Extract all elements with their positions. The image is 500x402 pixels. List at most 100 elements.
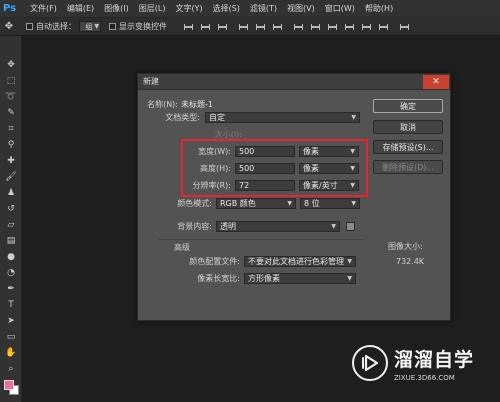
menu-type[interactable]: 文字(Y) xyxy=(170,3,207,14)
menu-edit[interactable]: 编辑(E) xyxy=(62,3,99,14)
dodge-tool-icon[interactable]: ◔ xyxy=(3,266,19,280)
chevron-down-icon: ▼ xyxy=(350,147,355,155)
distribute-left-icon[interactable] xyxy=(343,22,356,32)
auto-select-checkbox[interactable] xyxy=(26,23,33,30)
show-transform-checkbox[interactable] xyxy=(109,23,116,30)
healing-brush-tool-icon[interactable]: ✚ xyxy=(3,154,19,168)
menu-help[interactable]: 帮助(H) xyxy=(360,3,398,14)
eyedropper-tool-icon[interactable]: ⚲ xyxy=(3,138,19,152)
align-bottom-icon[interactable] xyxy=(216,22,229,32)
width-label: 宽度(W): xyxy=(198,146,231,156)
watermark-subtitle: ZIXUE.3D66.COM xyxy=(394,373,455,382)
height-unit-value: 像素 xyxy=(303,163,319,173)
move-tool-icon[interactable]: ✥ xyxy=(3,58,19,72)
divider xyxy=(158,239,363,240)
menu-view[interactable]: 视图(V) xyxy=(282,3,320,14)
ok-button[interactable]: 确定 xyxy=(373,99,443,113)
image-size-value-row: 732.4K xyxy=(396,255,424,267)
save-preset-button[interactable]: 存储预设(S)... xyxy=(373,140,443,154)
type-tool-icon[interactable]: T xyxy=(3,298,19,312)
align-top-icon[interactable] xyxy=(182,22,195,32)
color-mode-row: 颜色模式: RGB 颜色 ▼ 8 位 ▼ xyxy=(144,197,360,209)
height-label: 高度(H): xyxy=(200,163,231,173)
resolution-row: 分辨率(R): 72 像素/英寸 ▼ xyxy=(144,179,359,191)
color-profile-row: 颜色配置文件: 不要对此文档进行色彩管理 ▼ xyxy=(144,255,356,267)
clone-stamp-tool-icon[interactable]: ♟ xyxy=(3,186,19,200)
height-unit-select[interactable]: 像素 ▼ xyxy=(299,162,359,174)
menu-filter[interactable]: 滤镜(T) xyxy=(245,3,282,14)
delete-preset-button: 删除预设(D)... xyxy=(373,160,443,174)
bg-color-swatch[interactable] xyxy=(346,221,355,231)
chevron-down-icon: ▼ xyxy=(331,222,336,230)
watermark: 溜溜自学 ZIXUE.3D66.COM xyxy=(352,333,496,393)
auto-select-target-select[interactable]: 组 ▼ xyxy=(79,21,101,32)
menu-select[interactable]: 选择(S) xyxy=(208,3,245,14)
name-label: 名称(N): xyxy=(147,99,178,109)
doc-type-select[interactable]: 自定 ▼ xyxy=(205,111,360,123)
move-tool-icon[interactable]: ✥ xyxy=(0,21,18,32)
distribute-hcenter-icon[interactable] xyxy=(360,22,373,32)
show-transform-label: 显示变换控件 xyxy=(119,22,167,31)
zoom-tool-icon[interactable]: ⌕ xyxy=(3,362,19,376)
cancel-button[interactable]: 取消 xyxy=(373,120,443,134)
gradient-tool-icon[interactable]: ▤ xyxy=(3,234,19,248)
path-select-tool-icon[interactable]: ➤ xyxy=(3,314,19,328)
align-right-icon[interactable] xyxy=(271,22,284,32)
menu-image[interactable]: 图像(I) xyxy=(99,3,134,14)
brush-tool-icon[interactable]: 🖌 xyxy=(3,170,19,184)
bit-depth-value: 8 位 xyxy=(304,198,320,208)
pen-tool-icon[interactable]: ✒ xyxy=(3,282,19,296)
menu-bar: Ps 文件(F) 编辑(E) 图像(I) 图层(L) 文字(Y) 选择(S) 滤… xyxy=(0,0,500,18)
doc-type-value: 自定 xyxy=(209,112,225,122)
image-size-label: 图像大小: xyxy=(388,241,423,251)
distribute-right-icon[interactable] xyxy=(377,22,390,32)
image-size-value: 732.4K xyxy=(396,256,425,266)
dialog-titlebar: 新建 ✕ xyxy=(138,74,450,90)
chevron-down-icon: ▼ xyxy=(351,199,356,207)
advanced-label[interactable]: 高级 xyxy=(174,242,190,253)
name-field[interactable]: 未标题-1 xyxy=(178,99,234,110)
chevron-down-icon: ▼ xyxy=(347,257,352,265)
shape-tool-icon[interactable]: ▭ xyxy=(3,330,19,344)
color-mode-select[interactable]: RGB 颜色 ▼ xyxy=(216,197,296,209)
pixel-aspect-select[interactable]: 方形像素 ▼ xyxy=(244,272,356,284)
chevron-down-icon: ▼ xyxy=(347,274,352,282)
foreground-color-swatch[interactable] xyxy=(4,380,14,390)
menu-window[interactable]: 窗口(W) xyxy=(320,3,360,14)
dialog-title: 新建 xyxy=(143,77,159,86)
auto-select-target-value: 组 xyxy=(85,22,93,31)
width-unit-select[interactable]: 像素 ▼ xyxy=(299,145,359,157)
distribute-bottom-icon[interactable] xyxy=(326,22,339,32)
menu-file[interactable]: 文件(F) xyxy=(25,3,62,14)
menu-layer[interactable]: 图层(L) xyxy=(134,3,171,14)
watermark-title: 溜溜自学 xyxy=(394,348,475,371)
distribute-vcenter-icon[interactable] xyxy=(309,22,322,32)
image-size-label-row: 图像大小: xyxy=(388,240,423,252)
width-input[interactable]: 500 xyxy=(235,145,295,157)
distribute-top-icon[interactable] xyxy=(292,22,305,32)
bg-contents-select[interactable]: 透明 ▼ xyxy=(216,220,340,232)
color-profile-select[interactable]: 不要对此文档进行色彩管理 ▼ xyxy=(244,255,356,267)
history-brush-tool-icon[interactable]: ↺ xyxy=(3,202,19,216)
pixel-aspect-value: 方形像素 xyxy=(248,273,280,283)
align-vcenter-icon[interactable] xyxy=(199,22,212,32)
align-left-icon[interactable] xyxy=(237,22,250,32)
color-profile-value: 不要对此文档进行色彩管理 xyxy=(248,256,344,266)
quick-select-tool-icon[interactable]: ✎ xyxy=(3,106,19,120)
new-document-dialog: 新建 ✕ 名称(N): 未标题-1 文档类型: 自定 ▼ 大小(I): 宽度(W… xyxy=(137,73,451,321)
lasso-tool-icon[interactable]: ➰ xyxy=(3,90,19,104)
marquee-tool-icon[interactable]: ⬚ xyxy=(3,74,19,88)
resolution-unit-select[interactable]: 像素/英寸 ▼ xyxy=(299,179,359,191)
align-hcenter-icon[interactable] xyxy=(254,22,267,32)
color-mode-value: RGB 颜色 xyxy=(220,198,256,208)
auto-align-icon[interactable] xyxy=(398,22,411,32)
bit-depth-select[interactable]: 8 位 ▼ xyxy=(300,197,360,209)
blur-tool-icon[interactable]: ● xyxy=(3,250,19,264)
hand-tool-icon[interactable]: ✋ xyxy=(3,346,19,360)
height-input[interactable]: 500 xyxy=(235,162,295,174)
close-icon[interactable]: ✕ xyxy=(423,74,449,89)
auto-select-label: 自动选择： xyxy=(36,22,76,31)
eraser-tool-icon[interactable]: ▱ xyxy=(3,218,19,232)
crop-tool-icon[interactable]: ⌗ xyxy=(3,122,19,136)
resolution-input[interactable]: 72 xyxy=(235,179,295,191)
